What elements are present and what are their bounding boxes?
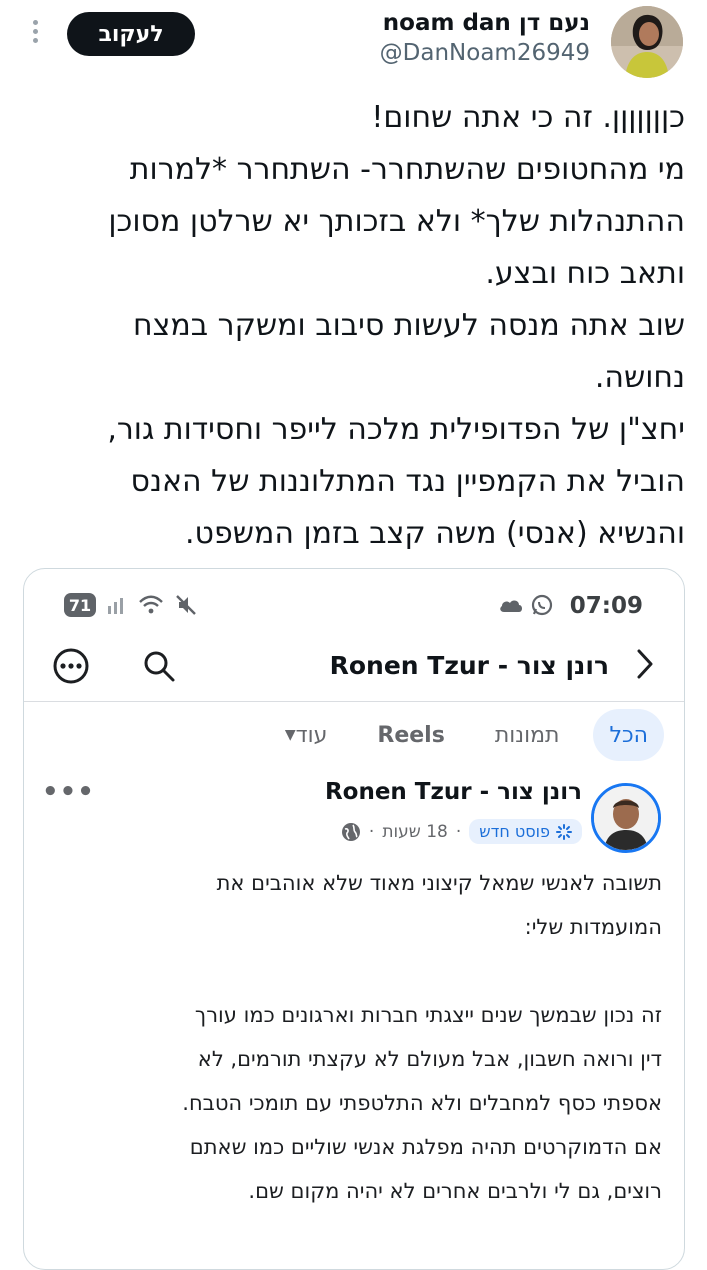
tweet-line: שוב אתה מנסה לעשות סיבוב ומשקר במצח <box>133 308 685 343</box>
new-post-badge: פוסט חדש <box>469 819 582 844</box>
more-options-circle-icon[interactable] <box>52 647 90 689</box>
post-meta: פוסט חדש · 18 שעות · <box>341 819 582 844</box>
tweet-text: כןןןןןןן. זה כי אתה שחום! מי מהחטופים שה… <box>5 92 685 560</box>
battery-icon: 71 <box>64 593 96 617</box>
tweet-line: מי מהחטופים שהשתחרר- השתחרר *למרות <box>129 152 685 187</box>
tab-all[interactable]: הכל <box>593 709 664 761</box>
post-author-avatar[interactable] <box>591 783 661 853</box>
more-options-icon[interactable] <box>28 20 42 48</box>
mute-icon <box>176 595 196 615</box>
tab-reels[interactable]: Reels <box>361 709 460 761</box>
signal-icon <box>108 598 123 614</box>
post-line: זה נכון שבמשך שנים ייצגתי חברות וארגונים… <box>194 1003 662 1027</box>
sparkle-icon <box>556 823 572 840</box>
author-handle[interactable]: @DanNoam26949 <box>380 40 590 66</box>
tweet-line: ההתנהלות שלך* ולא בזכותך יא שרלטן מסוכן <box>108 204 685 239</box>
back-chevron-icon[interactable] <box>634 647 656 685</box>
globe-icon <box>341 822 360 841</box>
caret-down-icon: ▼ <box>284 727 296 743</box>
page-title: רונן צור - Ronen Tzur <box>329 651 609 680</box>
tab-label: עוד <box>295 722 328 748</box>
tab-label: הכל <box>609 722 648 748</box>
post-text: תשובה לאנשי שמאל קיצוני מאוד שלא אוהבים … <box>32 861 662 1213</box>
status-time: 07:09 <box>569 593 643 619</box>
post-more-options-icon[interactable]: ••• <box>42 777 95 807</box>
tweet-line: נחושה. <box>594 360 685 395</box>
header-divider <box>24 701 684 702</box>
tab-label: Reels <box>377 722 445 748</box>
tweet-line: כןןןןןןן. זה כי אתה שחום! <box>371 100 685 135</box>
tweet-line: הוביל את הקמפיין נגד המתלוננות של האנס <box>130 464 685 499</box>
status-icons-left: 71 <box>64 593 198 617</box>
tweet-line: ותאב כוח ובצע. <box>485 256 685 291</box>
post-line: המועמדות שלי: <box>524 915 662 939</box>
meta-separator: · <box>368 821 375 842</box>
post-time[interactable]: 18 שעות <box>382 822 448 842</box>
post-line: רוצים, גם לי ולרבים אחרים לא יהיה מקום ש… <box>248 1179 662 1203</box>
post-line: אספתי כסף למחבלים ולא התלטפתי עם תומכי ה… <box>182 1091 662 1115</box>
tab-photos[interactable]: תמונות <box>479 709 576 761</box>
avatar-image <box>594 786 658 850</box>
search-icon[interactable] <box>142 649 176 687</box>
wifi-icon <box>139 595 163 614</box>
post-author-name[interactable]: רונן צור - Ronen Tzur <box>325 779 582 805</box>
whatsapp-icon <box>531 594 553 616</box>
status-icons-right <box>498 593 554 617</box>
tweet-line: והנשיא (אנסי) משה קצב בזמן המשפט. <box>184 516 685 551</box>
cloud-icon <box>500 600 522 612</box>
author-display-name[interactable]: נעם דן noam dan <box>383 10 590 36</box>
post-line <box>32 949 662 993</box>
post-line: אם הדמוקרטים תהיה מפלגת אנשי שוליים כמו … <box>189 1135 662 1159</box>
profile-tabs: הכל תמונות Reels עוד ▼ <box>263 709 664 761</box>
tab-label: תמונות <box>494 722 560 748</box>
tab-more[interactable]: עוד ▼ <box>263 709 344 761</box>
post-line: דין ורואה חשבון, אבל מעולם לא עקצתי תורמ… <box>197 1047 662 1071</box>
embedded-screenshot[interactable]: 07:09 71 רונן צור - Ronen Tzur הכל תמונו… <box>23 568 685 1270</box>
follow-button[interactable]: לעקוב <box>67 12 195 56</box>
badge-label: פוסט חדש <box>479 822 550 841</box>
tweet-line: יחצ"ן של הפדופילית מלכה לייפר וחסידות גו… <box>107 412 685 447</box>
author-avatar[interactable] <box>611 6 683 78</box>
avatar-image <box>611 6 683 78</box>
meta-separator: · <box>455 821 462 842</box>
post-line: תשובה לאנשי שמאל קיצוני מאוד שלא אוהבים … <box>216 871 662 895</box>
